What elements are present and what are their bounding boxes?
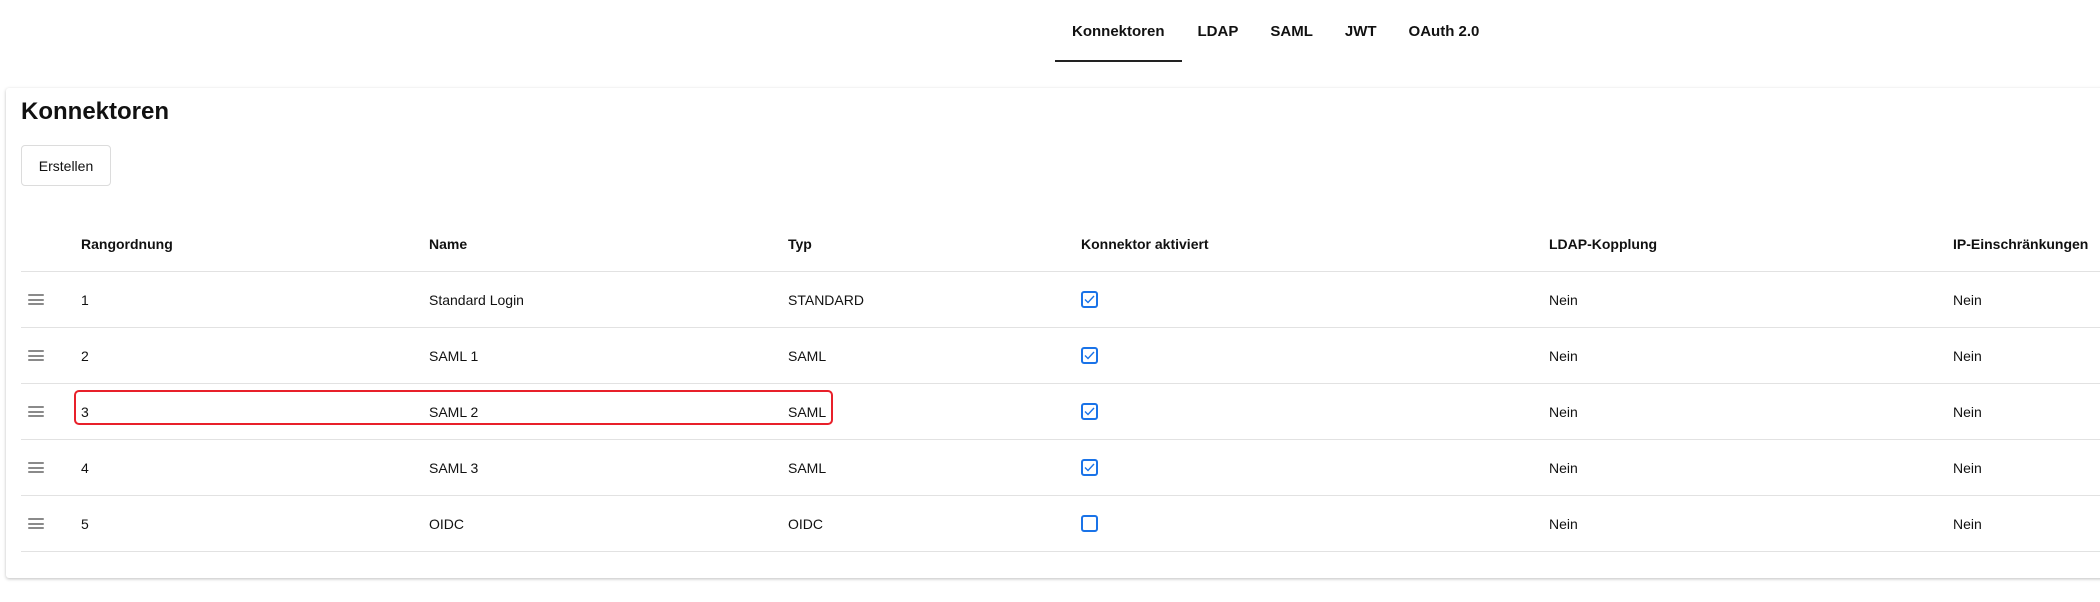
- header-typ: Typ: [788, 235, 812, 252]
- tab-konnektoren[interactable]: Konnektoren: [1055, 0, 1182, 62]
- cell-rank: 3: [81, 403, 89, 420]
- cell-name: SAML 2: [429, 403, 479, 420]
- cell-name: Standard Login: [429, 291, 524, 308]
- cell-typ: STANDARD: [788, 291, 864, 308]
- cell-ip: Nein: [1953, 291, 1982, 308]
- drag-handle-icon[interactable]: [28, 462, 44, 473]
- cell-activated: [1081, 440, 1098, 495]
- cell-name: SAML 1: [429, 347, 479, 364]
- cell-typ: SAML: [788, 347, 827, 364]
- table-row-1[interactable]: 1 Standard Login STANDARD Nein Nein: [21, 272, 2100, 328]
- table-row-2[interactable]: 2 SAML 1 SAML Nein Nein: [21, 328, 2100, 384]
- cell-ip: Nein: [1953, 347, 1982, 364]
- cell-ldap: Nein: [1549, 403, 1578, 420]
- cell-typ: SAML: [788, 403, 827, 420]
- cell-typ: SAML: [788, 459, 827, 476]
- header-ldap: LDAP-Kopplung: [1549, 235, 1658, 252]
- cell-ip: Nein: [1953, 403, 1982, 420]
- activated-checkbox-5[interactable]: [1081, 515, 1098, 532]
- activated-checkbox-4[interactable]: [1081, 459, 1098, 476]
- drag-cell: [21, 272, 51, 327]
- header-rank: Rangordnung: [81, 235, 173, 252]
- table-row-5[interactable]: 5 OIDC OIDC Nein Nein: [21, 496, 2100, 552]
- cell-ip: Nein: [1953, 459, 1982, 476]
- tab-oauth[interactable]: OAuth 2.0: [1393, 0, 1496, 62]
- drag-cell: [21, 328, 51, 383]
- cell-activated: [1081, 496, 1098, 551]
- cell-rank: 1: [81, 291, 89, 308]
- header-ip: IP-Einschränkungen: [1953, 235, 2089, 252]
- cell-activated: [1081, 272, 1098, 327]
- tab-jwt[interactable]: JWT: [1329, 0, 1393, 62]
- checkmark-icon: [1084, 463, 1095, 472]
- cell-name: SAML 3: [429, 459, 479, 476]
- table-row-4[interactable]: 4 SAML 3 SAML Nein Nein: [21, 440, 2100, 496]
- cell-name: OIDC: [429, 515, 464, 532]
- activated-checkbox-2[interactable]: [1081, 347, 1098, 364]
- table-row-3[interactable]: 3 SAML 2 SAML Nein Nein: [21, 384, 2100, 440]
- cell-ldap: Nein: [1549, 515, 1578, 532]
- checkmark-icon: [1084, 295, 1095, 304]
- cell-activated: [1081, 328, 1098, 383]
- drag-cell: [21, 496, 51, 551]
- drag-handle-icon[interactable]: [28, 406, 44, 417]
- cell-ldap: Nein: [1549, 459, 1578, 476]
- tab-ldap[interactable]: LDAP: [1182, 0, 1255, 62]
- create-button[interactable]: Erstellen: [21, 145, 111, 186]
- cell-ldap: Nein: [1549, 291, 1578, 308]
- cell-activated: [1081, 384, 1098, 439]
- cell-ip: Nein: [1953, 515, 1982, 532]
- checkmark-icon: [1084, 351, 1095, 360]
- cell-rank: 5: [81, 515, 89, 532]
- header-name: Name: [429, 235, 468, 252]
- drag-handle-icon[interactable]: [28, 294, 44, 305]
- activated-checkbox-3[interactable]: [1081, 403, 1098, 420]
- cell-typ: OIDC: [788, 515, 823, 532]
- activated-checkbox-1[interactable]: [1081, 291, 1098, 308]
- drag-handle-icon[interactable]: [28, 350, 44, 361]
- header-activated: Konnektor aktiviert: [1081, 235, 1209, 252]
- tab-saml[interactable]: SAML: [1254, 0, 1329, 62]
- table-body: 1 Standard Login STANDARD Nein Nein 2 SA…: [21, 272, 2100, 552]
- connector-tabs: Konnektoren LDAP SAML JWT OAuth 2.0: [1055, 0, 1495, 62]
- cell-rank: 2: [81, 347, 89, 364]
- drag-cell: [21, 440, 51, 495]
- cell-rank: 4: [81, 459, 89, 476]
- connectors-table: Rangordnung Name Typ Konnektor aktiviert…: [21, 216, 2100, 552]
- checkmark-icon: [1084, 407, 1095, 416]
- table-header-row: Rangordnung Name Typ Konnektor aktiviert…: [21, 216, 2100, 272]
- drag-handle-icon[interactable]: [28, 518, 44, 529]
- cell-ldap: Nein: [1549, 347, 1578, 364]
- drag-cell: [21, 384, 51, 439]
- page-title: Konnektoren: [21, 98, 170, 125]
